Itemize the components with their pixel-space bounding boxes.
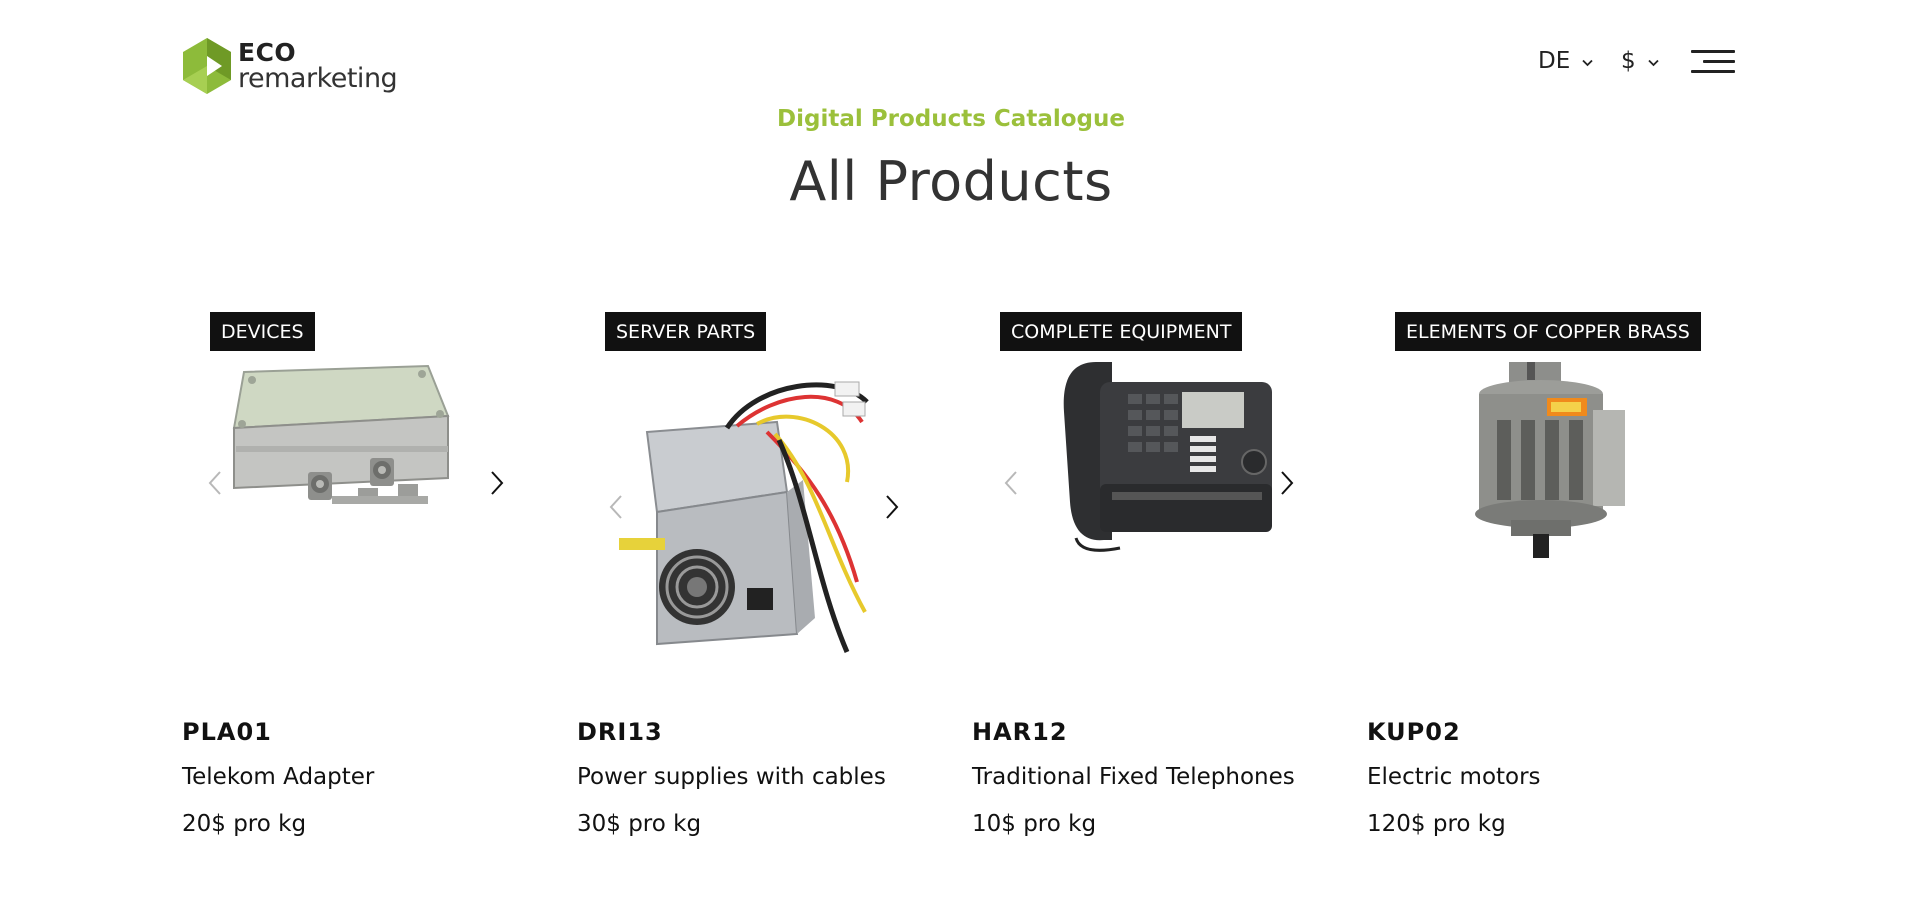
category-badge: COMPLETE EQUIPMENT: [1000, 312, 1243, 351]
category-badge: DEVICES: [210, 312, 315, 351]
fixed-telephone-image: [1063, 362, 1272, 552]
chevron-down-icon: [1582, 52, 1593, 71]
product-image-slider: ELEMENTS OF COPPER BRASS: [1367, 300, 1737, 680]
chevron-left-icon[interactable]: [609, 494, 623, 524]
currency-selector[interactable]: $: [1621, 48, 1659, 74]
chevron-left-icon[interactable]: [208, 470, 222, 500]
product-image-slider: DEVICES: [182, 300, 552, 680]
product-code: PLA01: [182, 718, 272, 746]
category-badge: SERVER PARTS: [605, 312, 767, 351]
product-price: 120$ pro kg: [1367, 811, 1506, 837]
chevron-down-icon: [1648, 52, 1659, 71]
product-price: 20$ pro kg: [182, 811, 307, 837]
chevron-left-icon[interactable]: [1004, 470, 1018, 500]
site-header: ECO remarketing DE $: [0, 0, 1920, 110]
product-code: DRI13: [577, 718, 663, 746]
telekom-adapter-image: [232, 364, 450, 504]
product-code: HAR12: [972, 718, 1068, 746]
logo-mark-icon: [183, 38, 231, 94]
chevron-right-icon[interactable]: [1280, 470, 1294, 500]
currency-selected: $: [1621, 48, 1636, 74]
page-title: All Products: [789, 150, 1113, 213]
product-name[interactable]: Traditional Fixed Telephones: [972, 764, 1295, 790]
product-card[interactable]: SERVER PARTS DRI13 Power supplies with c…: [577, 300, 947, 860]
chevron-right-icon[interactable]: [885, 494, 899, 524]
category-badge: ELEMENTS OF COPPER BRASS: [1395, 312, 1701, 351]
logo-word-eco: ECO: [238, 38, 297, 67]
product-image-slider: COMPLETE EQUIPMENT: [972, 300, 1342, 680]
product-card[interactable]: ELEMENTS OF COPPER BRASS KUP02 Electric …: [1367, 300, 1737, 860]
catalogue-subtitle: Digital Products Catalogue: [777, 106, 1125, 132]
power-supply-image: [619, 381, 869, 653]
product-card[interactable]: DEVICES PLA01 Telekom Adapter 20$ pro kg: [182, 300, 552, 860]
electric-motor-image: [1475, 362, 1625, 558]
product-name[interactable]: Telekom Adapter: [182, 764, 374, 790]
product-code: KUP02: [1367, 718, 1461, 746]
language-selector[interactable]: DE: [1538, 48, 1593, 74]
product-card[interactable]: COMPLETE EQUIPMENT HAR12 Traditional Fix…: [972, 300, 1342, 860]
product-price: 10$ pro kg: [972, 811, 1097, 837]
logo-text: ECO remarketing: [238, 38, 398, 94]
product-image-slider: SERVER PARTS: [577, 300, 947, 680]
logo-word-remarketing: remarketing: [238, 63, 398, 94]
product-name[interactable]: Power supplies with cables: [577, 764, 886, 790]
eco-remarketing-logo[interactable]: ECO remarketing: [182, 38, 398, 94]
hamburger-menu-icon[interactable]: [1691, 48, 1735, 76]
language-selected: DE: [1538, 48, 1571, 74]
product-name[interactable]: Electric motors: [1367, 764, 1541, 790]
chevron-right-icon[interactable]: [490, 470, 504, 500]
product-price: 30$ pro kg: [577, 811, 702, 837]
